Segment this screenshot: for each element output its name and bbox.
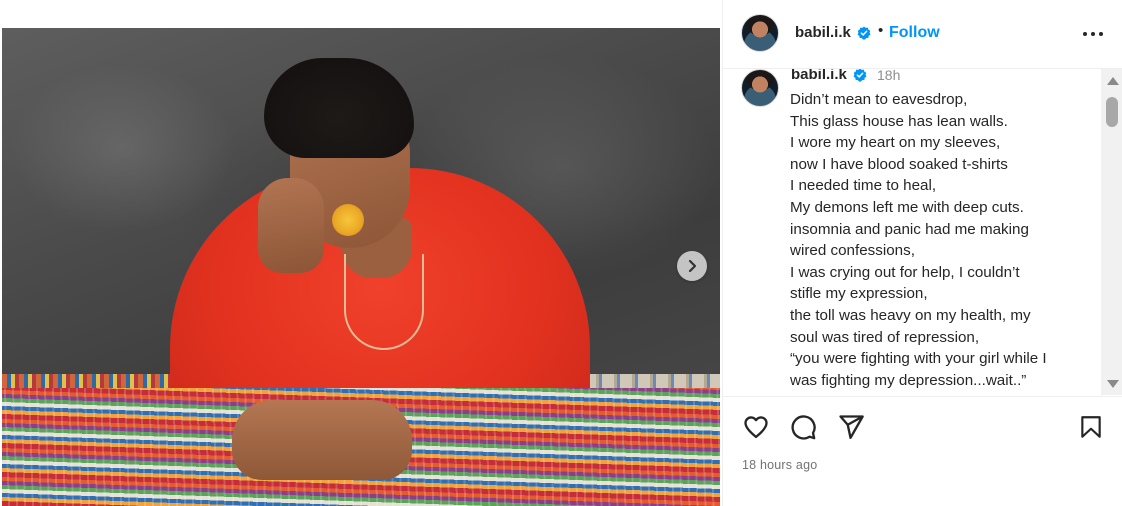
post-timestamp[interactable]: 18 hours ago	[742, 458, 817, 472]
follow-button[interactable]: Follow	[889, 24, 940, 42]
next-image-button[interactable]	[677, 251, 707, 281]
hand	[258, 178, 324, 273]
scroll-up-arrow[interactable]	[1107, 77, 1119, 85]
verified-badge-icon	[853, 69, 867, 82]
caption-line: wired confessions,	[790, 242, 915, 260]
post-photo[interactable]	[2, 28, 720, 506]
caption-line: This glass house has lean walls.	[790, 112, 1008, 130]
caption-line: My demons left me with deep cuts.	[790, 198, 1024, 216]
scroll-thumb[interactable]	[1106, 97, 1118, 127]
flower	[332, 204, 364, 236]
hair	[264, 58, 414, 158]
caption-line: the toll was heavy on my health, my	[790, 306, 1031, 324]
more-options-button[interactable]	[1079, 20, 1107, 48]
caption-text: Didn’t mean to eavesdrop, This glass hou…	[790, 89, 1096, 391]
necklace	[344, 254, 424, 350]
share-button[interactable]	[835, 411, 867, 443]
forearm	[232, 400, 412, 480]
caption-line: “you were fighting with your girl while …	[790, 350, 1047, 368]
scroll-down-arrow[interactable]	[1107, 380, 1119, 388]
like-button[interactable]	[740, 411, 772, 443]
post-side-pane: babil.i.k • Follow babil.i.k 18h Didn’t …	[722, 0, 1122, 506]
post-header: babil.i.k • Follow	[723, 0, 1122, 69]
chevron-right-icon	[688, 259, 697, 273]
bookmark-icon	[1081, 416, 1101, 438]
comment-button[interactable]	[787, 411, 819, 443]
caption-username[interactable]: babil.i.k	[791, 69, 847, 83]
verified-badge-icon	[857, 26, 871, 40]
caption-line: insomnia and panic had me making	[790, 220, 1029, 238]
caption-line: stifle my expression,	[790, 285, 928, 303]
separator-dot: •	[878, 22, 884, 39]
caption-avatar[interactable]	[741, 69, 779, 107]
caption-line: I needed time to heal,	[790, 177, 937, 195]
caption-line: I was crying out for help, I couldn’t	[790, 263, 1020, 281]
post-media-pane	[0, 0, 722, 506]
save-button[interactable]	[1075, 411, 1107, 443]
caption-time[interactable]: 18h	[877, 69, 900, 83]
caption-area: babil.i.k 18h Didn’t mean to eavesdrop, …	[723, 69, 1122, 395]
post-actions: 18 hours ago	[723, 396, 1122, 506]
caption-line: I wore my heart on my sleeves,	[790, 134, 1001, 152]
post-username[interactable]: babil.i.k	[795, 24, 851, 41]
caption-line: Didn’t mean to eavesdrop,	[790, 91, 968, 108]
caption-line: was fighting my depression...wait..”	[790, 371, 1027, 389]
share-icon	[839, 415, 864, 440]
more-options-icon	[1083, 32, 1087, 36]
caption-line: now I have blood soaked t-shirts	[790, 155, 1008, 173]
avatar[interactable]	[741, 14, 779, 52]
caption-scrollbar[interactable]	[1101, 69, 1122, 395]
comment-icon	[791, 415, 816, 440]
caption-line: soul was tired of repression,	[790, 328, 980, 346]
heart-icon	[744, 416, 768, 439]
